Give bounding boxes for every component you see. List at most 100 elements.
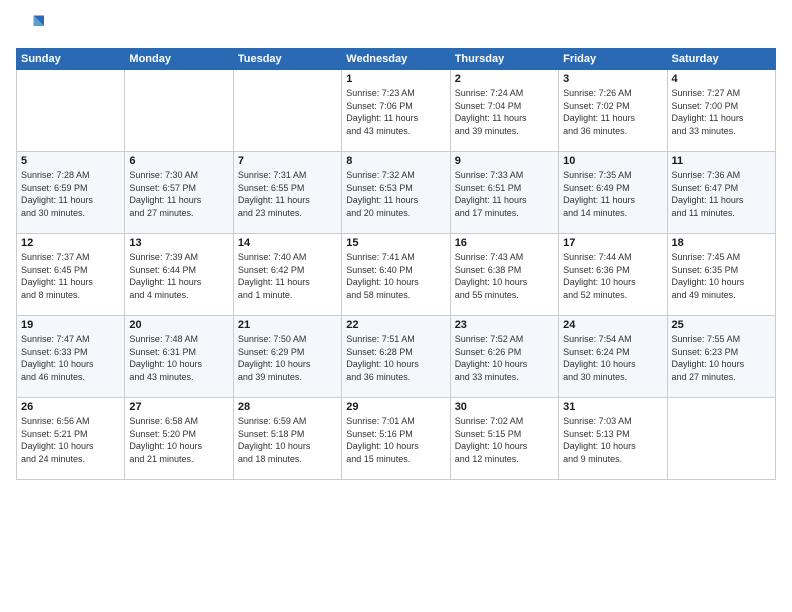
calendar-cell: 12 Sunrise: 7:37 AM Sunset: 6:45 PM Dayli…: [17, 234, 125, 316]
day-info: Sunrise: 7:48 AM Sunset: 6:31 PM Dayligh…: [129, 333, 228, 383]
day-number: 20: [129, 319, 228, 331]
weekday-header-monday: Monday: [125, 49, 233, 70]
weekday-header-friday: Friday: [559, 49, 667, 70]
day-number: 4: [672, 73, 771, 85]
day-info: Sunrise: 7:51 AM Sunset: 6:28 PM Dayligh…: [346, 333, 445, 383]
day-number: 30: [455, 401, 554, 413]
weekday-header-sunday: Sunday: [17, 49, 125, 70]
calendar-cell: 13Sunrise: 7:39 AM Sunset: 6:44 PM Dayli…: [125, 234, 233, 316]
calendar-cell: 16 Sunrise: 7:43 AM Sunset: 6:38 PM Dayli…: [450, 234, 558, 316]
calendar-cell: 31 Sunrise: 7:03 AM Sunset: 5:13 PM Dayli…: [559, 398, 667, 480]
logo: [16, 12, 48, 40]
logo-icon: [16, 12, 44, 40]
calendar-cell: [125, 70, 233, 152]
day-info: Sunrise: 7:27 AM Sunset: 7:00 PM Dayligh…: [672, 87, 771, 137]
day-info: Sunrise: 7:43 AM Sunset: 6:38 PM Dayligh…: [455, 251, 554, 301]
day-number: 23: [455, 319, 554, 331]
day-number: 15: [346, 237, 445, 249]
day-info: Sunrise: 7:55 AM Sunset: 6:23 PM Dayligh…: [672, 333, 771, 383]
calendar-cell: 9 Sunrise: 7:33 AM Sunset: 6:51 PM Daylig…: [450, 152, 558, 234]
day-info: Sunrise: 7:52 AM Sunset: 6:26 PM Dayligh…: [455, 333, 554, 383]
calendar-cell: 19 Sunrise: 7:47 AM Sunset: 6:33 PM Dayli…: [17, 316, 125, 398]
day-info: Sunrise: 6:58 AM Sunset: 5:20 PM Dayligh…: [129, 415, 228, 465]
day-info: Sunrise: 7:24 AM Sunset: 7:04 PM Dayligh…: [455, 87, 554, 137]
day-number: 3: [563, 73, 662, 85]
calendar-cell: 15 Sunrise: 7:41 AM Sunset: 6:40 PM Dayli…: [342, 234, 450, 316]
day-number: 13: [129, 237, 228, 249]
calendar-table: SundayMondayTuesdayWednesdayThursdayFrid…: [16, 48, 776, 480]
calendar-cell: 21 Sunrise: 7:50 AM Sunset: 6:29 PM Dayli…: [233, 316, 341, 398]
day-number: 11: [672, 155, 771, 167]
day-info: Sunrise: 7:28 AM Sunset: 6:59 PM Dayligh…: [21, 169, 120, 219]
day-info: Sunrise: 7:41 AM Sunset: 6:40 PM Dayligh…: [346, 251, 445, 301]
calendar-cell: 2 Sunrise: 7:24 AM Sunset: 7:04 PM Daylig…: [450, 70, 558, 152]
day-info: Sunrise: 7:03 AM Sunset: 5:13 PM Dayligh…: [563, 415, 662, 465]
calendar-week-row: 12 Sunrise: 7:37 AM Sunset: 6:45 PM Dayli…: [17, 234, 776, 316]
weekday-header-tuesday: Tuesday: [233, 49, 341, 70]
calendar-cell: [667, 398, 775, 480]
day-info: Sunrise: 7:50 AM Sunset: 6:29 PM Dayligh…: [238, 333, 337, 383]
calendar-cell: 20 Sunrise: 7:48 AM Sunset: 6:31 PM Dayli…: [125, 316, 233, 398]
calendar-cell: 23 Sunrise: 7:52 AM Sunset: 6:26 PM Dayli…: [450, 316, 558, 398]
day-number: 7: [238, 155, 337, 167]
day-info: Sunrise: 7:44 AM Sunset: 6:36 PM Dayligh…: [563, 251, 662, 301]
calendar-cell: 8Sunrise: 7:32 AM Sunset: 6:53 PM Daylig…: [342, 152, 450, 234]
day-info: Sunrise: 7:02 AM Sunset: 5:15 PM Dayligh…: [455, 415, 554, 465]
calendar-cell: [17, 70, 125, 152]
day-number: 9: [455, 155, 554, 167]
calendar-cell: 26Sunrise: 6:56 AM Sunset: 5:21 PM Dayli…: [17, 398, 125, 480]
day-number: 27: [129, 401, 228, 413]
day-number: 31: [563, 401, 662, 413]
day-number: 17: [563, 237, 662, 249]
calendar-cell: 29 Sunrise: 7:01 AM Sunset: 5:16 PM Dayli…: [342, 398, 450, 480]
day-number: 14: [238, 237, 337, 249]
day-info: Sunrise: 7:35 AM Sunset: 6:49 PM Dayligh…: [563, 169, 662, 219]
calendar-cell: 18 Sunrise: 7:45 AM Sunset: 6:35 PM Dayli…: [667, 234, 775, 316]
calendar-cell: 4 Sunrise: 7:27 AM Sunset: 7:00 PM Daylig…: [667, 70, 775, 152]
day-number: 8: [346, 155, 445, 167]
day-info: Sunrise: 7:36 AM Sunset: 6:47 PM Dayligh…: [672, 169, 771, 219]
day-number: 16: [455, 237, 554, 249]
calendar-cell: 27 Sunrise: 6:58 AM Sunset: 5:20 PM Dayli…: [125, 398, 233, 480]
day-number: 2: [455, 73, 554, 85]
day-info: Sunrise: 7:01 AM Sunset: 5:16 PM Dayligh…: [346, 415, 445, 465]
day-info: Sunrise: 7:47 AM Sunset: 6:33 PM Dayligh…: [21, 333, 120, 383]
calendar-cell: 25 Sunrise: 7:55 AM Sunset: 6:23 PM Dayli…: [667, 316, 775, 398]
calendar-cell: 30 Sunrise: 7:02 AM Sunset: 5:15 PM Dayli…: [450, 398, 558, 480]
day-info: Sunrise: 7:40 AM Sunset: 6:42 PM Dayligh…: [238, 251, 337, 301]
day-info: Sunrise: 7:33 AM Sunset: 6:51 PM Dayligh…: [455, 169, 554, 219]
day-info: Sunrise: 7:37 AM Sunset: 6:45 PM Dayligh…: [21, 251, 120, 301]
calendar-cell: 7Sunrise: 7:31 AM Sunset: 6:55 PM Daylig…: [233, 152, 341, 234]
day-info: Sunrise: 7:54 AM Sunset: 6:24 PM Dayligh…: [563, 333, 662, 383]
day-number: 18: [672, 237, 771, 249]
calendar-cell: 24Sunrise: 7:54 AM Sunset: 6:24 PM Dayli…: [559, 316, 667, 398]
day-number: 12: [21, 237, 120, 249]
weekday-header-saturday: Saturday: [667, 49, 775, 70]
day-number: 28: [238, 401, 337, 413]
calendar-week-row: 26Sunrise: 6:56 AM Sunset: 5:21 PM Dayli…: [17, 398, 776, 480]
calendar-week-row: 19 Sunrise: 7:47 AM Sunset: 6:33 PM Dayli…: [17, 316, 776, 398]
day-info: Sunrise: 7:45 AM Sunset: 6:35 PM Dayligh…: [672, 251, 771, 301]
calendar-cell: 6Sunrise: 7:30 AM Sunset: 6:57 PM Daylig…: [125, 152, 233, 234]
calendar-cell: 11 Sunrise: 7:36 AM Sunset: 6:47 PM Dayli…: [667, 152, 775, 234]
calendar-week-row: 1Sunrise: 7:23 AM Sunset: 7:06 PM Daylig…: [17, 70, 776, 152]
day-number: 6: [129, 155, 228, 167]
calendar-cell: 1Sunrise: 7:23 AM Sunset: 7:06 PM Daylig…: [342, 70, 450, 152]
calendar-cell: 28Sunrise: 6:59 AM Sunset: 5:18 PM Dayli…: [233, 398, 341, 480]
calendar-cell: 3Sunrise: 7:26 AM Sunset: 7:02 PM Daylig…: [559, 70, 667, 152]
calendar-cell: 14 Sunrise: 7:40 AM Sunset: 6:42 PM Dayli…: [233, 234, 341, 316]
weekday-header-row: SundayMondayTuesdayWednesdayThursdayFrid…: [17, 49, 776, 70]
weekday-header-thursday: Thursday: [450, 49, 558, 70]
day-number: 10: [563, 155, 662, 167]
calendar-week-row: 5Sunrise: 7:28 AM Sunset: 6:59 PM Daylig…: [17, 152, 776, 234]
day-number: 21: [238, 319, 337, 331]
day-number: 29: [346, 401, 445, 413]
day-number: 26: [21, 401, 120, 413]
calendar-cell: 22Sunrise: 7:51 AM Sunset: 6:28 PM Dayli…: [342, 316, 450, 398]
day-number: 19: [21, 319, 120, 331]
day-number: 25: [672, 319, 771, 331]
calendar-cell: 10 Sunrise: 7:35 AM Sunset: 6:49 PM Dayli…: [559, 152, 667, 234]
calendar-cell: 5Sunrise: 7:28 AM Sunset: 6:59 PM Daylig…: [17, 152, 125, 234]
calendar-cell: 17 Sunrise: 7:44 AM Sunset: 6:36 PM Dayli…: [559, 234, 667, 316]
day-number: 1: [346, 73, 445, 85]
